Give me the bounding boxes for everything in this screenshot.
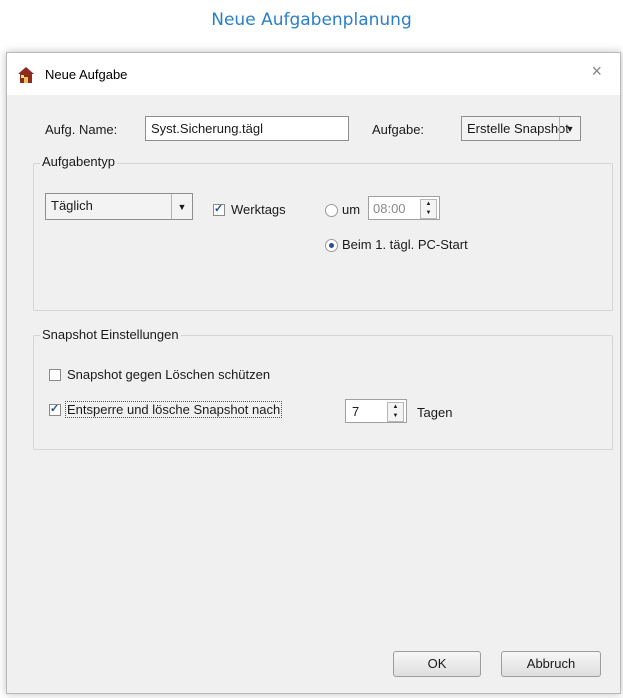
days-unit-label: Tagen — [417, 405, 453, 420]
task-action-label: Aufgabe: — [372, 122, 425, 137]
unlock-delete-label: Entsperre und lösche Snapshot nach — [65, 401, 283, 418]
task-action-select[interactable]: Erstelle Snapshot ▼ — [461, 116, 581, 141]
ok-button[interactable]: OK — [393, 651, 481, 677]
task-action-value: Erstelle Snapshot — [467, 121, 569, 136]
window-title: Neue Aufgabe — [45, 67, 128, 82]
frequency-value: Täglich — [51, 198, 93, 213]
spinner-arrows-icon[interactable]: ▲ ▼ — [387, 402, 404, 422]
days-value: 7 — [352, 404, 360, 419]
days-spinner[interactable]: 7 ▲ ▼ — [345, 399, 407, 423]
protect-snapshot-label: Snapshot gegen Löschen schützen — [67, 367, 271, 382]
at-time-radio[interactable] — [325, 204, 338, 217]
time-spinner[interactable]: 08:00 ▲ ▼ — [368, 196, 440, 220]
task-name-input[interactable]: Syst.Sicherung.tägl — [145, 116, 349, 141]
spinner-arrows-icon[interactable]: ▲ ▼ — [420, 199, 437, 219]
weekdays-checkbox[interactable] — [213, 202, 225, 216]
pc-start-label: Beim 1. tägl. PC-Start — [342, 237, 468, 252]
unlock-delete-checkbox[interactable] — [49, 402, 61, 416]
snapshot-group-title: Snapshot Einstellungen — [40, 327, 181, 342]
task-type-group-title: Aufgabentyp — [40, 154, 118, 169]
cancel-button[interactable]: Abbruch — [501, 651, 601, 677]
pc-start-radio[interactable] — [325, 239, 338, 252]
protect-snapshot-checkbox[interactable] — [49, 369, 61, 381]
task-type-group — [33, 163, 613, 311]
frequency-select[interactable]: Täglich ▼ — [45, 193, 193, 220]
weekdays-label: Werktags — [231, 202, 286, 217]
page-title: Neue Aufgabenplanung — [211, 10, 412, 30]
title-bar: Neue Aufgabe × — [7, 53, 620, 95]
at-time-label: um — [342, 202, 361, 217]
close-icon[interactable]: × — [591, 61, 602, 82]
task-name-label: Aufg. Name: — [45, 122, 118, 137]
house-icon — [18, 67, 34, 83]
dialog-window: Neue Aufgabe × Aufg. Name: Syst.Sicherun… — [6, 52, 621, 694]
chevron-down-icon[interactable]: ▼ — [171, 194, 192, 219]
snapshot-group — [33, 335, 613, 450]
time-value: 08:00 — [373, 201, 406, 216]
chevron-down-icon[interactable]: ▼ — [559, 117, 580, 140]
